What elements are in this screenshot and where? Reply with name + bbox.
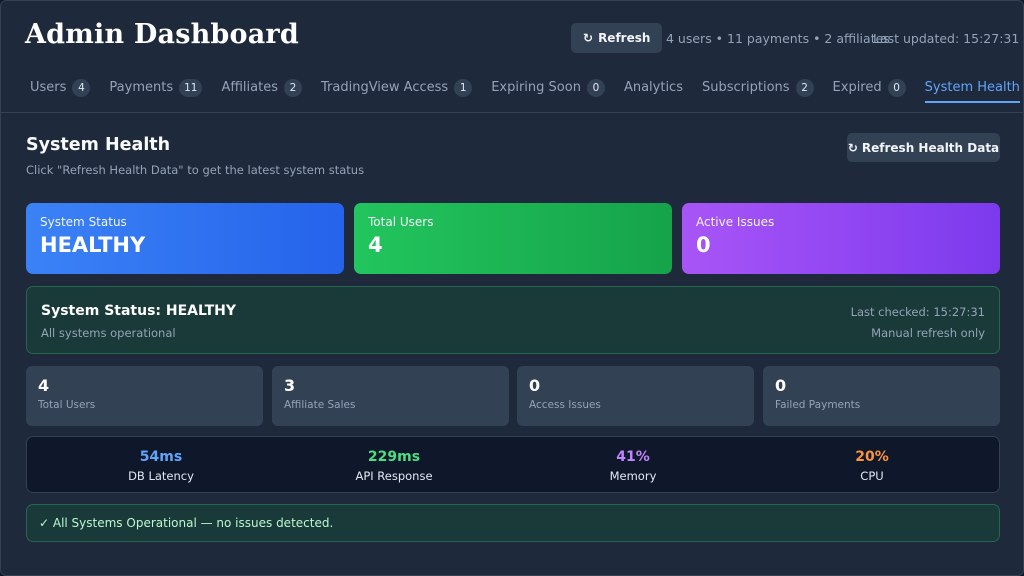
metric-failed-payments: 0 Failed Payments (763, 366, 1000, 426)
tab-tradingview-access[interactable]: TradingView Access 1 (321, 73, 473, 102)
total-users-card: Total Users 4 (354, 203, 672, 274)
tab-system-health[interactable]: System Health (924, 73, 1021, 103)
refresh-button[interactable]: ↻ Refresh (571, 23, 663, 53)
tab-users[interactable]: Users 4 (30, 73, 91, 102)
tab-payments[interactable]: Payments 11 (109, 73, 203, 102)
metric-access-issues: 0 Access Issues (517, 366, 754, 426)
admin-dashboard-window: Admin Dashboard ↻ Refresh 4 users • 11 p… (0, 0, 1024, 576)
section-title: System Health (26, 135, 171, 155)
tab-count-badge: 0 (887, 78, 906, 97)
card-value: 0 (696, 233, 711, 257)
tab-count-badge: 1 (454, 78, 473, 97)
tab-count-badge: 11 (179, 78, 203, 97)
tab-label: Affiliates (221, 80, 278, 95)
perf-label: Memory (609, 469, 657, 483)
status-panel-subtitle: All systems operational (41, 326, 176, 340)
tab-label: Expired (832, 80, 882, 95)
perf-cpu: 20% CPU (752, 449, 992, 483)
summary-text: 4 users • 11 payments • 2 affiliates (666, 31, 890, 46)
perf-memory: 41% Memory (513, 449, 753, 483)
page-title: Admin Dashboard (25, 19, 299, 50)
metric-label: Total Users (38, 399, 96, 411)
tab-analytics[interactable]: Analytics (624, 73, 683, 102)
tab-count-badge: 0 (586, 78, 605, 97)
perf-value: 41% (616, 449, 650, 465)
card-label: System Status (40, 215, 127, 229)
refresh-icon: ↻ (847, 140, 858, 155)
perf-label: API Response (355, 469, 433, 483)
active-issues-card: Active Issues 0 (682, 203, 1000, 274)
tab-expiring-soon[interactable]: Expiring Soon 0 (491, 73, 605, 102)
section-subtitle: Click "Refresh Health Data" to get the l… (26, 163, 365, 177)
header: Admin Dashboard ↻ Refresh 4 users • 11 p… (1, 1, 1023, 113)
tab-label: Subscriptions (701, 80, 790, 95)
perf-db-latency: 54ms DB Latency (41, 449, 281, 483)
metric-value: 3 (284, 376, 296, 395)
operational-message: ✓ All Systems Operational — no issues de… (39, 516, 334, 530)
metric-label: Failed Payments (775, 399, 861, 411)
tab-count-badge: 2 (284, 78, 302, 97)
metric-affiliate-sales: 3 Affiliate Sales (272, 366, 509, 426)
tab-bar: Users 4 Payments 11 Affiliates 2 Trading… (30, 73, 1023, 103)
metric-value: 4 (38, 376, 50, 395)
perf-label: DB Latency (128, 469, 194, 483)
refresh-health-data-label: Refresh Health Data (861, 140, 1000, 155)
status-panel-title: System Status: HEALTHY (41, 303, 237, 319)
perf-label: CPU (860, 469, 884, 483)
card-label: Total Users (368, 215, 434, 229)
tab-label: Payments (109, 80, 174, 95)
tab-count-badge: 4 (72, 78, 91, 97)
tab-affiliates[interactable]: Affiliates 2 (221, 73, 302, 102)
last-updated-text: Last updated: 15:27:31 (873, 31, 1020, 46)
perf-value: 229ms (367, 449, 421, 465)
tab-count-badge: 2 (795, 78, 814, 97)
tab-label: Users (30, 80, 67, 95)
metric-total-users: 4 Total Users (26, 366, 263, 426)
perf-api-response: 229ms API Response (274, 449, 514, 483)
card-value: HEALTHY (40, 233, 146, 257)
metric-value: 0 (529, 376, 541, 395)
system-status-panel: System Status: HEALTHY All systems opera… (26, 286, 1000, 354)
performance-panel: 54ms DB Latency 229ms API Response 41% M… (26, 436, 1000, 493)
tab-expired[interactable]: Expired 0 (833, 73, 906, 102)
tab-label: Expiring Soon (491, 80, 581, 95)
refresh-button-label: Refresh (598, 31, 651, 45)
tab-subscriptions[interactable]: Subscriptions 2 (702, 73, 814, 102)
tab-label: TradingView Access (321, 80, 449, 95)
metric-label: Affiliate Sales (284, 399, 356, 411)
perf-value: 20% (855, 449, 889, 465)
operational-banner: ✓ All Systems Operational — no issues de… (26, 504, 1000, 542)
card-value: 4 (368, 233, 383, 257)
metric-value: 0 (775, 376, 787, 395)
metric-label: Access Issues (529, 399, 601, 411)
card-label: Active Issues (696, 215, 775, 229)
tab-label: System Health (924, 80, 1020, 95)
perf-value: 54ms (139, 449, 183, 465)
refresh-health-data-button[interactable]: ↻ Refresh Health Data (847, 133, 1000, 162)
system-status-card: System Status HEALTHY (26, 203, 344, 274)
tab-label: Analytics (623, 80, 683, 95)
refresh-icon: ↻ (583, 31, 594, 45)
last-checked-text: Last checked: 15:27:31 (850, 305, 985, 319)
manual-refresh-note: Manual refresh only (871, 326, 985, 340)
